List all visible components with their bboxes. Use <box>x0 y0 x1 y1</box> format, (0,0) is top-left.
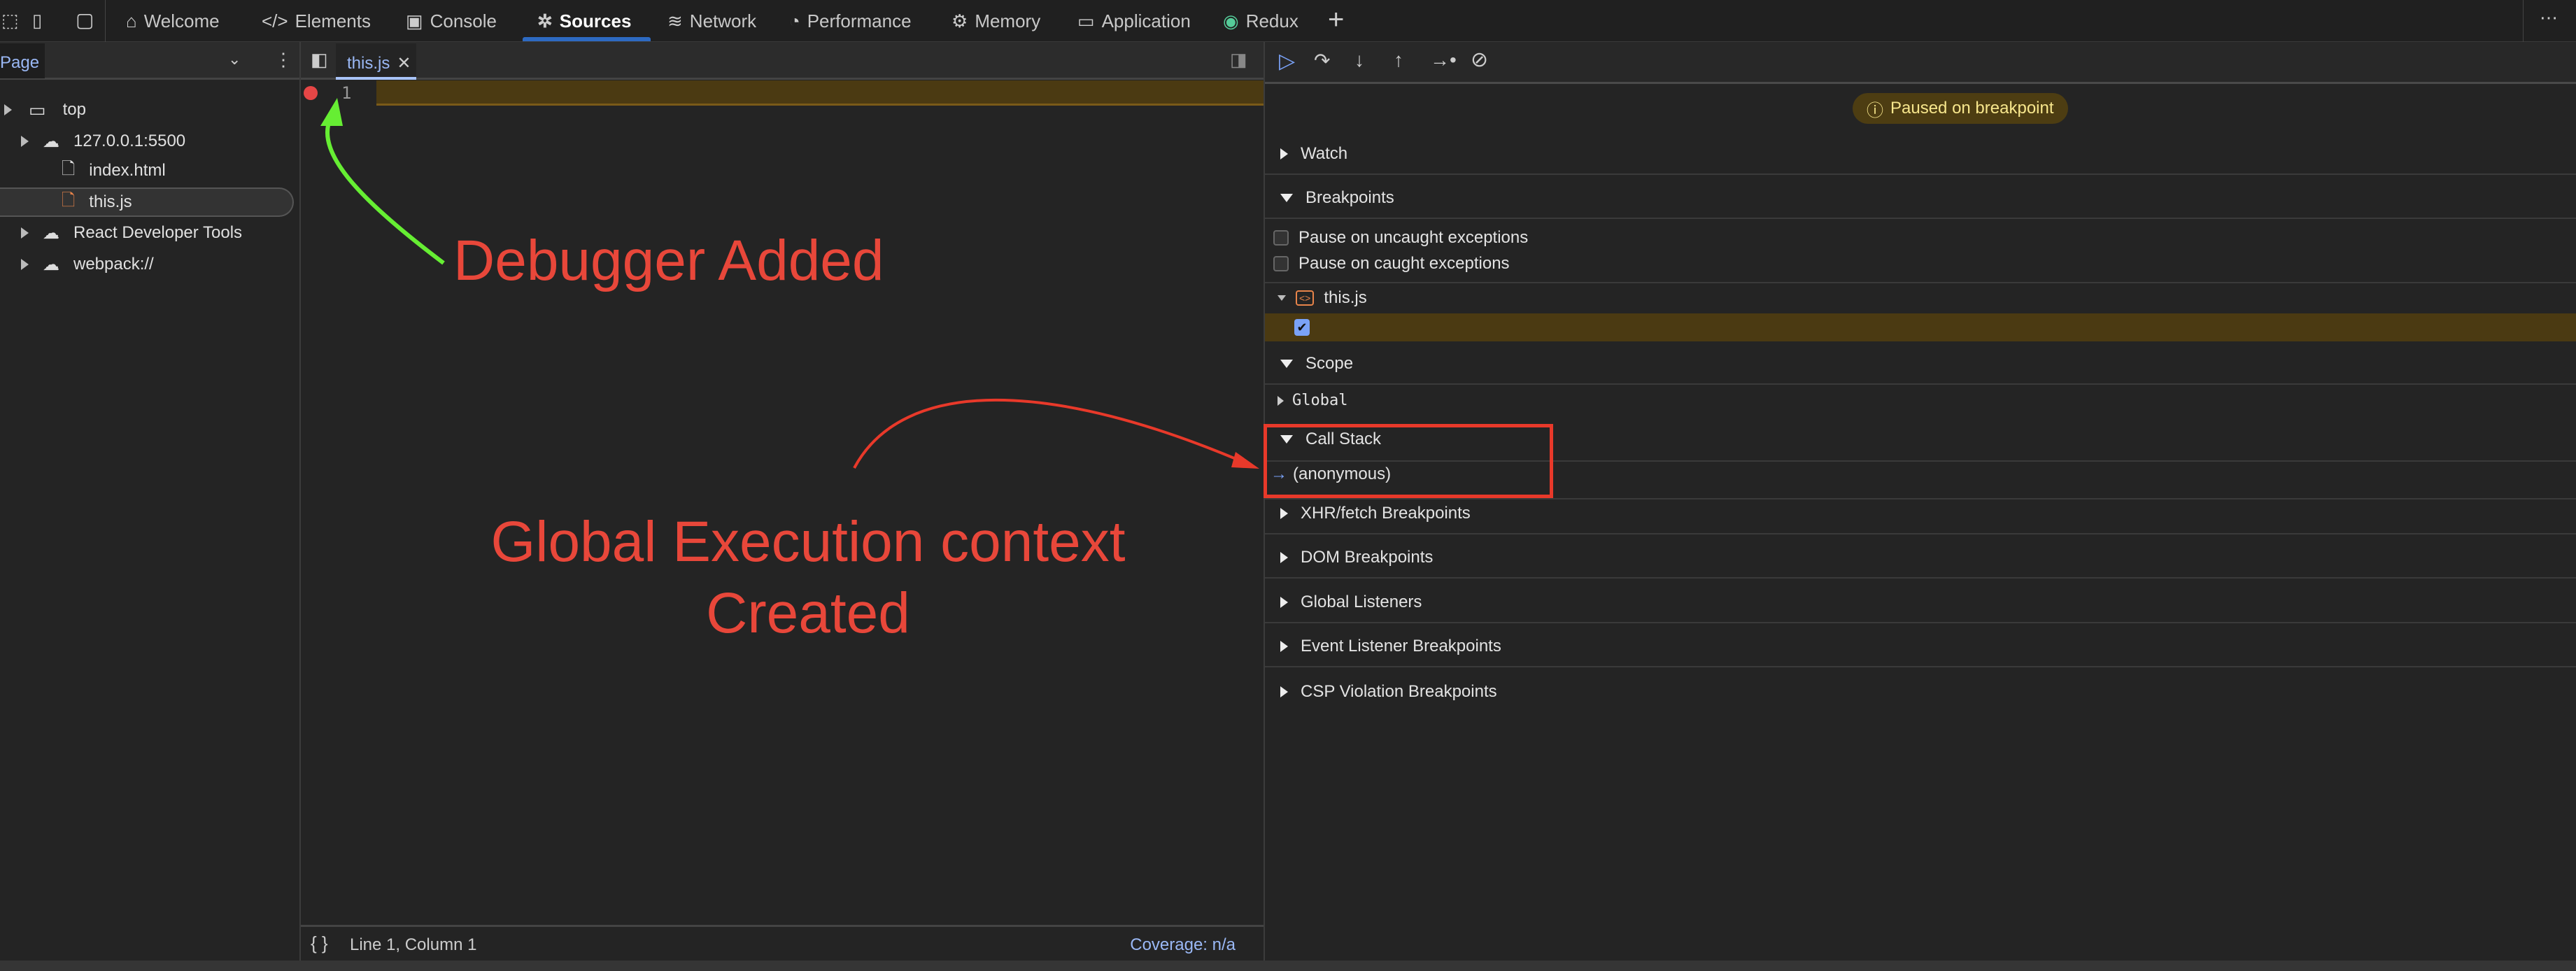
red-arrow <box>853 398 1253 469</box>
annotation-gec-line1: Global Execution context <box>490 510 1126 574</box>
green-arrow <box>325 118 445 265</box>
red-arrowhead <box>1231 452 1259 469</box>
annotation-arrows <box>320 98 1259 469</box>
green-arrowhead <box>320 98 343 126</box>
annotation-debugger-added: Debugger Added <box>453 229 884 292</box>
annotation-gec-line2: Created <box>706 581 910 645</box>
